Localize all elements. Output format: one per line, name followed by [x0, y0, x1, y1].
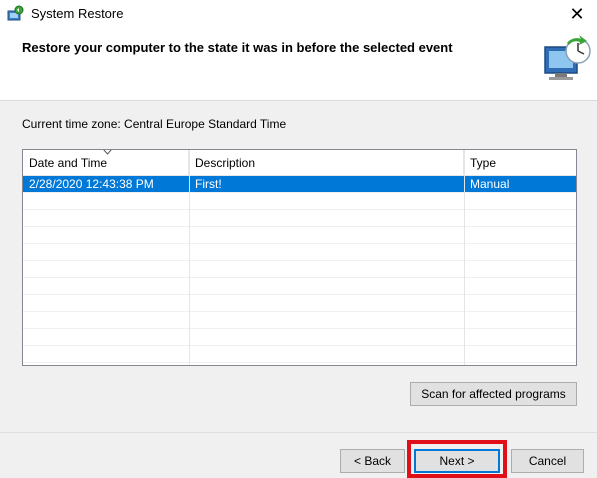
column-header-type[interactable]: Type: [464, 150, 576, 175]
current-timezone-label: Current time zone: Central Europe Standa…: [22, 117, 287, 131]
column-divider: [189, 150, 190, 365]
list-header: Date and Time Description Type: [23, 150, 576, 176]
system-restore-icon: [7, 5, 24, 21]
cell-date-time: 2/28/2020 12:43:38 PM: [29, 177, 154, 191]
table-row[interactable]: 2/28/2020 12:43:38 PM First! Manual: [23, 176, 576, 193]
column-header-label: Description: [195, 156, 256, 170]
title-bar: System Restore ✕: [0, 0, 597, 28]
empty-row: [23, 346, 576, 363]
restore-point-list[interactable]: Date and Time Description Type 2/28/2020…: [22, 149, 577, 366]
column-header-label: Date and Time: [29, 156, 108, 170]
empty-row: [23, 210, 576, 227]
sort-descending-icon: [103, 150, 112, 155]
cancel-button[interactable]: Cancel: [511, 449, 584, 473]
footer-divider: [0, 432, 597, 433]
empty-row: [23, 227, 576, 244]
back-button[interactable]: < Back: [340, 449, 405, 473]
next-button-highlight: [407, 440, 507, 478]
cell-description: First!: [195, 177, 222, 191]
scan-affected-programs-button[interactable]: Scan for affected programs: [410, 382, 577, 406]
empty-row: [23, 244, 576, 261]
empty-row: [23, 193, 576, 210]
column-header-date-time[interactable]: Date and Time: [23, 150, 189, 175]
page-title: Restore your computer to the state it wa…: [22, 40, 453, 55]
empty-row: [23, 312, 576, 329]
wizard-header: Restore your computer to the state it wa…: [0, 28, 597, 101]
close-icon[interactable]: ✕: [557, 0, 597, 28]
empty-row: [23, 278, 576, 295]
column-header-description[interactable]: Description: [189, 150, 464, 175]
cell-type: Manual: [470, 177, 510, 191]
empty-row: [23, 329, 576, 346]
column-header-label: Type: [470, 156, 497, 170]
empty-row: [23, 261, 576, 278]
empty-row: [23, 295, 576, 312]
system-restore-wizard-icon: [544, 35, 591, 80]
list-rows: 2/28/2020 12:43:38 PM First! Manual: [23, 176, 576, 363]
column-divider: [464, 150, 465, 365]
window-title: System Restore: [31, 6, 124, 21]
